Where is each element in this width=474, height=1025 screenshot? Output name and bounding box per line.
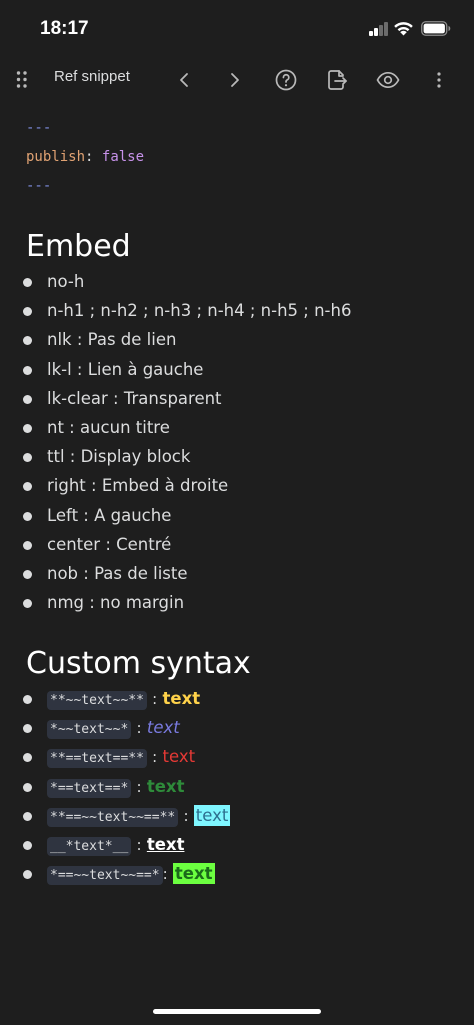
- list-item-text: right : Embed à droite: [47, 476, 229, 496]
- cellular-signal-icon: [369, 22, 389, 36]
- embed-list: no-h n-h1 ; n-h2 ; n-h3 ; n-h4 ; n-h5 ; …: [0, 267, 474, 617]
- inline-code: **~~text~~**: [47, 691, 147, 710]
- list-item: **~~text~~** : text: [0, 684, 474, 713]
- list-item: *==~~text~~==*: text: [0, 859, 474, 888]
- help-circle-icon[interactable]: [274, 68, 298, 92]
- list-item: nmg : no margin: [0, 588, 474, 617]
- list-item-text: center : Centré: [47, 534, 172, 554]
- frontmatter-value: false: [101, 149, 145, 165]
- list-item-text: nlk : Pas de lien: [47, 330, 177, 350]
- separator: :: [162, 865, 168, 884]
- bullet: [23, 599, 32, 609]
- bullet: [23, 782, 32, 792]
- list-item: lk-clear : Transparent: [0, 384, 474, 413]
- separator: :: [183, 806, 189, 825]
- bullet: [23, 394, 32, 404]
- drag-handle-icon[interactable]: [10, 68, 34, 92]
- list-item: nlk : Pas de lien: [0, 325, 474, 354]
- list-item: *~~text~~* : text: [0, 713, 474, 742]
- frontmatter-open-delimiter: ---: [26, 120, 52, 136]
- list-item: ttl : Display block: [0, 442, 474, 471]
- chevron-right-icon[interactable]: [223, 68, 247, 92]
- heading-custom-syntax: Custom syntax: [26, 646, 251, 681]
- note-title[interactable]: Ref snippet: [54, 68, 130, 85]
- frontmatter-publish-line: publish: false: [26, 147, 144, 167]
- list-item-text: lk-clear : Transparent: [47, 388, 222, 408]
- styled-sample-text: text: [146, 834, 185, 854]
- bullet: [23, 365, 32, 375]
- separator: :: [136, 719, 142, 738]
- list-item: lk-l : Lien à gauche: [0, 355, 474, 384]
- status-time: 18:17: [40, 18, 89, 39]
- styled-sample-text: text: [146, 776, 185, 796]
- list-item-text: Left : A gauche: [47, 505, 172, 525]
- inline-code: *==~~text~~==*: [47, 866, 163, 886]
- bullet: [23, 724, 32, 734]
- separator: :: [152, 690, 158, 708]
- list-item: __*text*__ : text: [0, 830, 474, 859]
- list-item: Left : A gauche: [0, 501, 474, 530]
- styled-sample-text: text: [162, 689, 201, 708]
- bullet: [23, 569, 32, 579]
- bullet: [23, 540, 32, 550]
- list-item: *==text==* : text: [0, 772, 474, 801]
- list-item-text: nob : Pas de liste: [47, 563, 188, 583]
- list-item: **==text==** : text: [0, 742, 474, 771]
- bullet: [23, 870, 32, 880]
- styled-sample-text: text: [172, 863, 215, 885]
- bullet: [23, 482, 32, 492]
- inline-code: __*text*__: [47, 836, 132, 856]
- frontmatter-key: publish: [26, 149, 86, 165]
- list-item: center : Centré: [0, 530, 474, 559]
- list-item-text: nmg : no margin: [47, 593, 185, 613]
- frontmatter-colon: :: [85, 149, 94, 165]
- chevron-left-icon[interactable]: [172, 68, 196, 92]
- separator: :: [136, 777, 142, 796]
- list-item: nt : aucun titre: [0, 413, 474, 442]
- heading-embed: Embed: [26, 229, 131, 264]
- list-item: n-h1 ; n-h2 ; n-h3 ; n-h4 ; n-h5 ; n-h6: [0, 296, 474, 325]
- list-item: **==~~text~~==** : text: [0, 801, 474, 830]
- inline-code: *==text==*: [47, 778, 132, 798]
- list-item-text: nt : aucun titre: [47, 417, 170, 437]
- list-item: nob : Pas de liste: [0, 559, 474, 588]
- bullet: [23, 695, 32, 704]
- bullet: [23, 278, 32, 287]
- styled-sample-text: text: [193, 804, 231, 826]
- list-item-text: n-h1 ; n-h2 ; n-h3 ; n-h4 ; n-h5 ; n-h6: [47, 301, 352, 321]
- list-item-text: ttl : Display block: [47, 447, 191, 467]
- eye-icon[interactable]: [376, 68, 400, 92]
- inline-code: *~~text~~*: [47, 720, 132, 740]
- bullet: [23, 511, 32, 521]
- inline-code: **==text==**: [47, 749, 147, 769]
- custom-syntax-list: **~~text~~** : text *~~text~~* : text **…: [0, 684, 474, 888]
- bullet: [23, 811, 32, 821]
- list-item: no-h: [0, 267, 474, 296]
- export-icon[interactable]: [325, 68, 349, 92]
- wifi-icon: [393, 20, 414, 36]
- battery-icon: [421, 21, 451, 36]
- separator: :: [152, 748, 158, 767]
- bullet: [23, 453, 32, 463]
- bullet: [23, 423, 32, 433]
- styled-sample-text: text: [162, 747, 196, 767]
- more-vertical-icon[interactable]: [427, 68, 451, 92]
- bullet: [23, 336, 32, 346]
- bullet: [23, 307, 32, 317]
- styled-sample-text: text: [146, 718, 180, 738]
- list-item-text: lk-l : Lien à gauche: [47, 359, 204, 379]
- frontmatter-close-delimiter: ---: [26, 178, 52, 194]
- home-indicator[interactable]: [153, 1009, 321, 1014]
- bullet: [23, 840, 32, 850]
- bullet: [23, 753, 32, 763]
- status-bar: 18:17: [0, 0, 474, 56]
- separator: :: [136, 835, 142, 854]
- list-item: right : Embed à droite: [0, 471, 474, 500]
- list-item-text: no-h: [47, 272, 85, 291]
- inline-code: **==~~text~~==**: [47, 807, 179, 827]
- note-toolbar: Ref snippet: [0, 56, 474, 104]
